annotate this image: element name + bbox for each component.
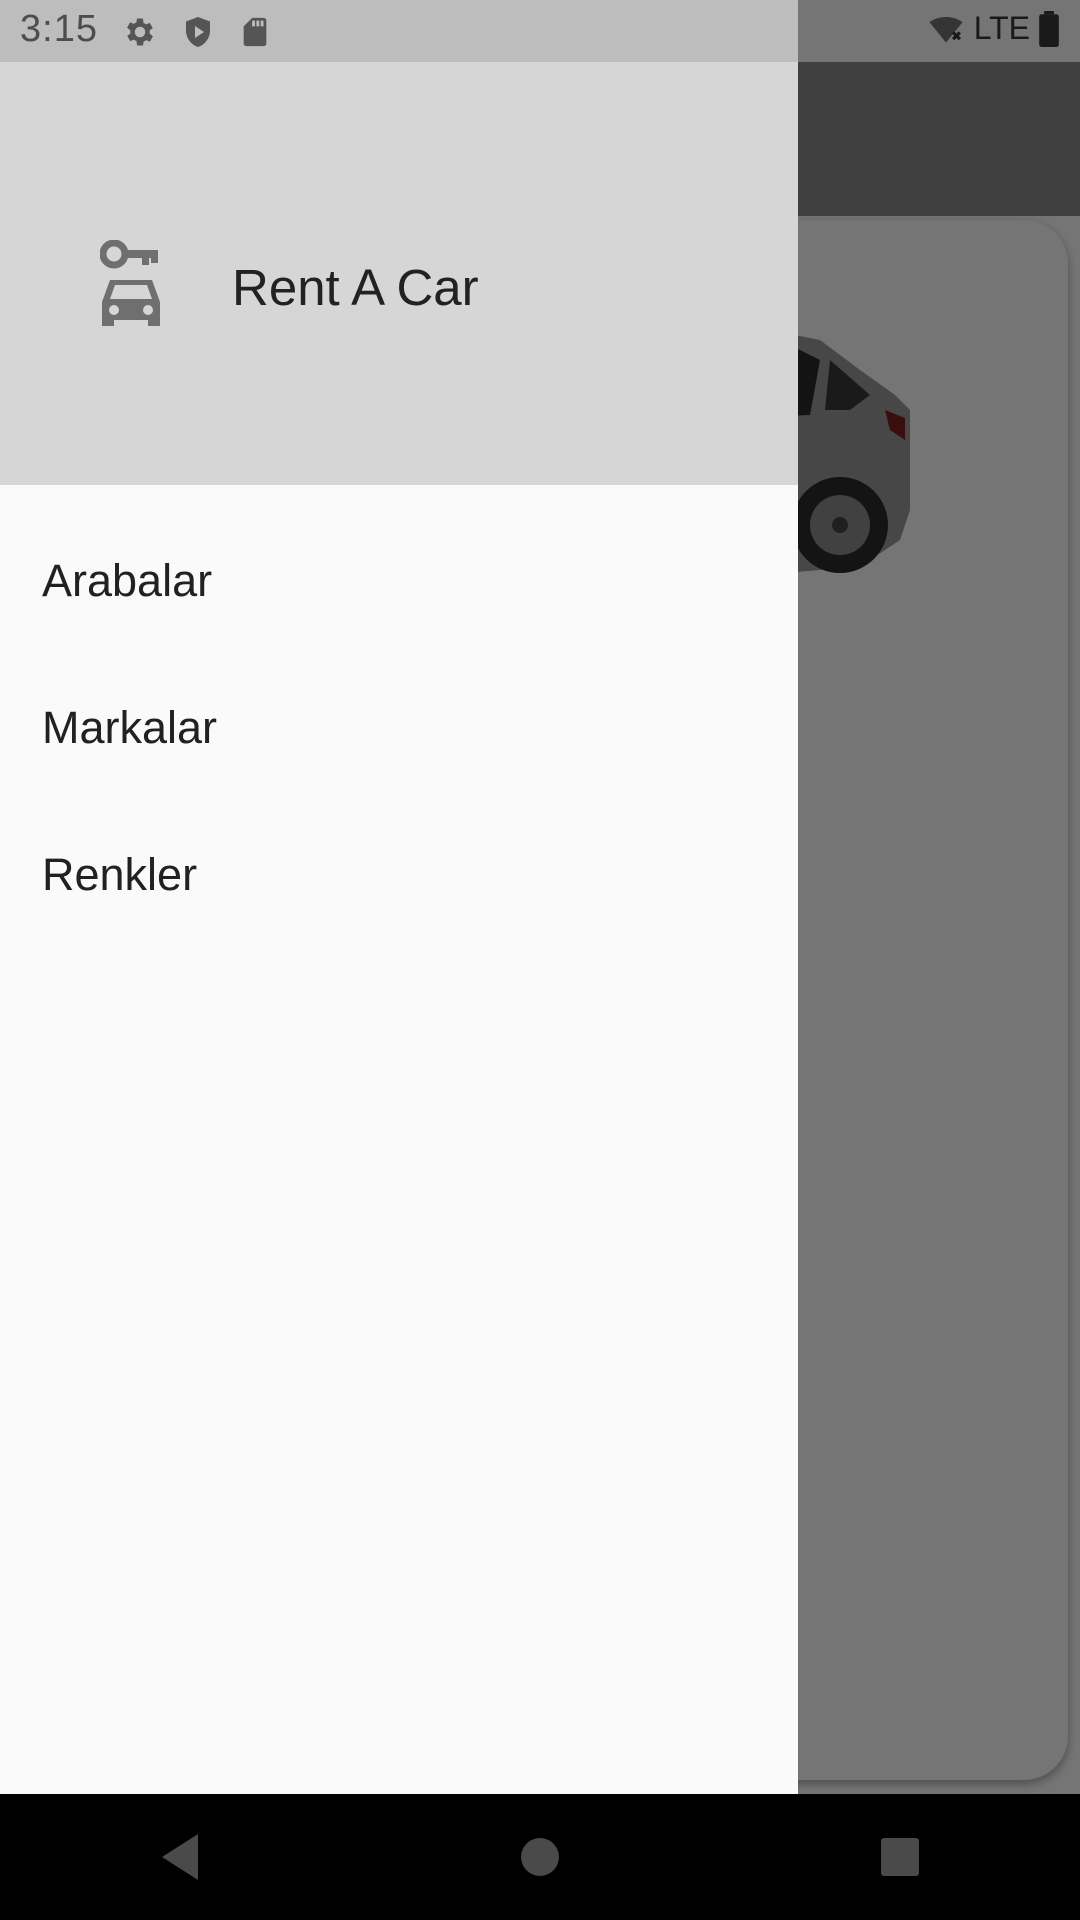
recents-icon — [881, 1838, 919, 1876]
menu-item-markalar[interactable]: Markalar — [0, 654, 798, 801]
status-bar: 3:15 LTE — [0, 0, 1080, 62]
drawer-menu: Arabalar Markalar Renkler — [0, 485, 798, 948]
drawer-header: Rent A Car — [0, 62, 798, 485]
home-icon — [521, 1838, 559, 1876]
status-time: 3:15 — [20, 8, 98, 50]
home-button[interactable] — [480, 1797, 600, 1917]
car-key-icon — [100, 240, 160, 326]
wifi-off-icon — [929, 16, 963, 42]
back-button[interactable] — [120, 1797, 240, 1917]
sd-card-icon — [243, 17, 267, 47]
back-icon — [162, 1834, 198, 1880]
menu-item-arabalar[interactable]: Arabalar — [0, 507, 798, 654]
status-bar-drawer-tint — [0, 0, 798, 62]
network-type: LTE — [973, 10, 1030, 46]
status-right-group: LTE — [926, 10, 1060, 47]
gear-icon — [127, 18, 153, 46]
shield-play-icon — [186, 17, 210, 47]
recents-button[interactable] — [840, 1797, 960, 1917]
menu-item-renkler[interactable]: Renkler — [0, 801, 798, 948]
drawer-title: Rent A Car — [232, 259, 479, 316]
system-nav-bar — [0, 1794, 1080, 1920]
screen: 3:15 LTE Rent A Car Arabalar Markalar Re… — [0, 0, 1080, 1920]
navigation-drawer: Rent A Car Arabalar Markalar Renkler — [0, 62, 798, 1794]
battery-icon — [1039, 10, 1059, 47]
